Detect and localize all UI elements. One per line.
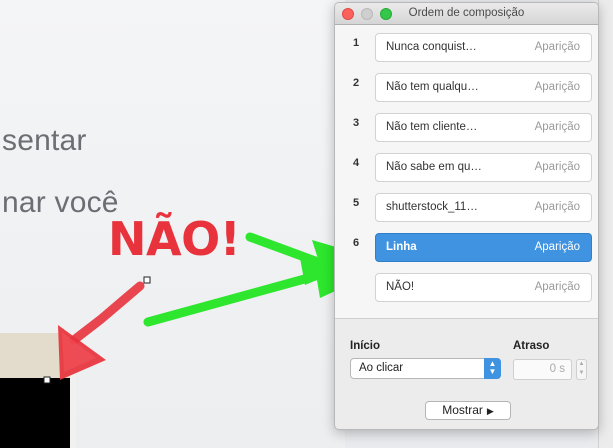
slide-text-line-1[interactable]: sentar xyxy=(2,124,87,158)
slide-text-line-2[interactable]: nar você xyxy=(2,186,119,220)
start-select[interactable]: Ao clicar ▲ ▼ xyxy=(350,358,501,379)
build-item-name: Não tem qualqu… xyxy=(386,81,479,93)
build-list-row[interactable]: 3 Não tem cliente… Aparição xyxy=(335,105,598,145)
slide-image[interactable] xyxy=(0,333,76,448)
start-label: Início xyxy=(350,340,381,352)
build-item-name: Não tem cliente… xyxy=(386,121,478,133)
build-step-number: 1 xyxy=(352,37,360,49)
annotation-text[interactable]: NÃO! xyxy=(108,212,241,266)
build-item-effect: Aparição xyxy=(534,281,580,293)
build-list-row[interactable]: 4 Não sabe em qu… Aparição xyxy=(335,145,598,185)
delay-field[interactable]: 0 s xyxy=(513,359,572,380)
build-item-card[interactable]: shutterstock_11… Aparição xyxy=(375,193,592,222)
build-item-card[interactable]: Nunca conquist… Aparição xyxy=(375,33,592,62)
build-item-effect: Aparição xyxy=(534,41,580,53)
build-step-number: 6 xyxy=(352,237,360,249)
build-item-card[interactable]: Não sabe em qu… Aparição xyxy=(375,153,592,182)
delay-stepper[interactable]: ▲ ▼ xyxy=(576,359,587,380)
build-item-name: NÃO! xyxy=(386,281,415,293)
show-button[interactable]: Mostrar ▶ xyxy=(425,401,511,420)
build-item-effect: Aparição xyxy=(534,201,580,213)
build-step-number: 5 xyxy=(352,197,360,209)
build-item-effect: Aparição xyxy=(534,241,580,253)
delay-field-value: 0 s xyxy=(549,363,565,375)
build-list-row[interactable]: 2 Não tem qualqu… Aparição xyxy=(335,65,598,105)
delay-label: Atraso xyxy=(513,340,550,352)
panel-title: Ordem de composição xyxy=(408,7,525,19)
show-button-label: Mostrar xyxy=(442,403,483,417)
build-list-row[interactable]: NÃO! Aparição xyxy=(335,265,598,305)
build-item-name: Não sabe em qu… xyxy=(386,161,482,173)
build-step-number: 3 xyxy=(352,117,360,129)
build-item-name: Linha xyxy=(386,241,417,253)
build-item-card[interactable]: Não tem qualqu… Aparição xyxy=(375,73,592,102)
build-step-number: 2 xyxy=(352,77,360,89)
inspector-edge xyxy=(598,0,613,448)
build-item-card[interactable]: Linha Aparição xyxy=(375,233,592,262)
chevron-updown-icon[interactable]: ▲ ▼ xyxy=(484,358,501,379)
build-item-card[interactable]: Não tem cliente… Aparição xyxy=(375,113,592,142)
build-item-card[interactable]: NÃO! Aparição xyxy=(375,273,592,302)
build-list-row[interactable]: 1 Nunca conquist… Aparição xyxy=(335,25,598,65)
panel-titlebar[interactable]: Ordem de composição xyxy=(335,3,598,25)
build-order-panel: Ordem de composição 1 Nunca conquist… Apar… xyxy=(334,2,599,430)
slide-canvas[interactable]: sentar nar você NÃO! xyxy=(0,0,345,448)
build-item-name: shutterstock_11… xyxy=(386,201,478,213)
build-step-number: 4 xyxy=(352,157,360,169)
divider xyxy=(335,318,598,319)
play-icon: ▶ xyxy=(486,406,494,416)
build-list-row[interactable]: 6 Linha Aparição xyxy=(335,225,598,265)
slide-image-border xyxy=(70,333,76,448)
build-item-effect: Aparição xyxy=(534,121,580,133)
build-item-effect: Aparição xyxy=(534,81,580,93)
start-select-value: Ao clicar xyxy=(359,362,404,374)
slide-image-black-area xyxy=(0,378,70,448)
build-list: 1 Nunca conquist… Aparição 2 Não tem qualqu…… xyxy=(335,25,598,318)
build-list-row[interactable]: 5 shutterstock_11… Aparição xyxy=(335,185,598,225)
build-item-effect: Aparição xyxy=(534,161,580,173)
build-item-name: Nunca conquist… xyxy=(386,41,477,53)
